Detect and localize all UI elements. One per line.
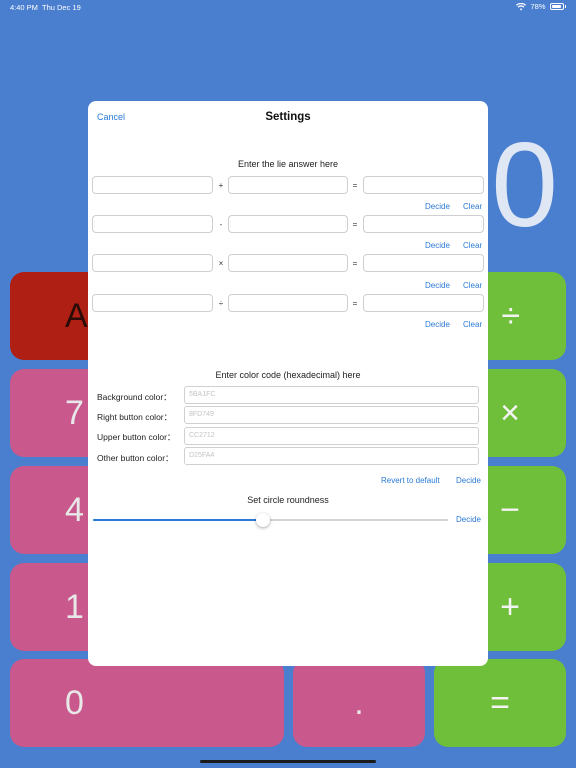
multiplicand-input[interactable]	[92, 254, 213, 272]
settings-modal: Cancel Settings Enter the lie answer her…	[88, 101, 488, 666]
other-button-color-input[interactable]: D25FA4	[184, 447, 479, 465]
key-0-label: 0	[65, 683, 84, 722]
key-plus-label: +	[500, 587, 520, 626]
key-multiply-label: ×	[500, 393, 520, 432]
clear-button[interactable]: Clear	[463, 320, 482, 329]
status-date: Thu Dec 19	[42, 3, 81, 12]
battery-tip	[564, 5, 566, 8]
modal-title: Settings	[265, 111, 311, 123]
decide-button[interactable]: Decide	[425, 320, 450, 329]
subtrahend-input[interactable]	[228, 215, 348, 233]
battery-icon	[549, 3, 564, 10]
dividend-input[interactable]	[92, 294, 213, 312]
background-color-label: Background color：	[97, 392, 172, 402]
clear-button[interactable]: Clear	[463, 241, 482, 250]
status-time: 4:40 PM	[10, 3, 38, 12]
minuend-input[interactable]	[92, 215, 213, 233]
key-1-label: 1	[65, 587, 84, 626]
revert-to-default-button[interactable]: Revert to default	[381, 476, 440, 485]
operator-divide: ÷	[218, 299, 224, 308]
decide-colors-button[interactable]: Decide	[456, 476, 481, 485]
right-button-color-label: Right button color：	[97, 412, 173, 422]
addend-1-input[interactable]	[92, 176, 213, 194]
key-equals-label: =	[490, 683, 510, 722]
roundness-label: Set circle roundness	[247, 495, 329, 505]
quotient-answer-input[interactable]	[363, 294, 484, 312]
background-color-input[interactable]: 5BA1FC	[184, 386, 479, 404]
roundness-slider[interactable]	[93, 513, 448, 527]
difference-answer-input[interactable]	[363, 215, 484, 233]
other-button-color-label: Other button color：	[97, 453, 174, 463]
status-indicators: 78%	[516, 2, 566, 11]
roundness-slider-thumb[interactable]	[256, 513, 271, 527]
equals-sign: =	[352, 220, 358, 229]
key-4-label: 4	[65, 490, 84, 529]
color-section-label: Enter color code (hexadecimal) here	[215, 370, 361, 380]
divisor-input[interactable]	[228, 294, 348, 312]
clear-button[interactable]: Clear	[463, 202, 482, 211]
right-button-color-input[interactable]: 8FD749	[184, 406, 479, 424]
operator-plus: +	[218, 181, 224, 190]
operator-multiply: ×	[218, 259, 224, 268]
home-indicator	[200, 760, 376, 763]
roundness-slider-fill	[93, 519, 264, 521]
equals-sign: =	[352, 259, 358, 268]
addend-2-input[interactable]	[228, 176, 348, 194]
decide-roundness-button[interactable]: Decide	[456, 515, 481, 524]
decide-button[interactable]: Decide	[425, 241, 450, 250]
product-answer-input[interactable]	[363, 254, 484, 272]
key-dot[interactable]: .	[293, 659, 425, 747]
clear-button[interactable]: Clear	[463, 281, 482, 290]
upper-button-color-input[interactable]: CC2712	[184, 427, 479, 445]
wifi-icon	[516, 2, 527, 10]
status-bar: 4:40 PM Thu Dec 19 78%	[0, 0, 576, 16]
operator-minus: -	[219, 220, 223, 229]
equals-sign: =	[352, 181, 358, 190]
key-7-label: 7	[65, 393, 84, 432]
key-0[interactable]: 0	[10, 659, 284, 747]
sum-answer-input[interactable]	[363, 176, 484, 194]
battery-percent: 78%	[530, 2, 546, 11]
decide-button[interactable]: Decide	[425, 281, 450, 290]
equals-sign: =	[352, 299, 358, 308]
multiplier-input[interactable]	[228, 254, 348, 272]
decide-button[interactable]: Decide	[425, 202, 450, 211]
calculator-display: 0	[491, 118, 558, 252]
key-equals[interactable]: =	[434, 659, 566, 747]
key-minus-label: −	[500, 490, 520, 529]
key-divide-label: ÷	[501, 296, 520, 335]
upper-button-color-label: Upper button color：	[97, 432, 176, 442]
key-dot-label: .	[354, 683, 364, 722]
lie-section-label: Enter the lie answer here	[237, 159, 339, 169]
